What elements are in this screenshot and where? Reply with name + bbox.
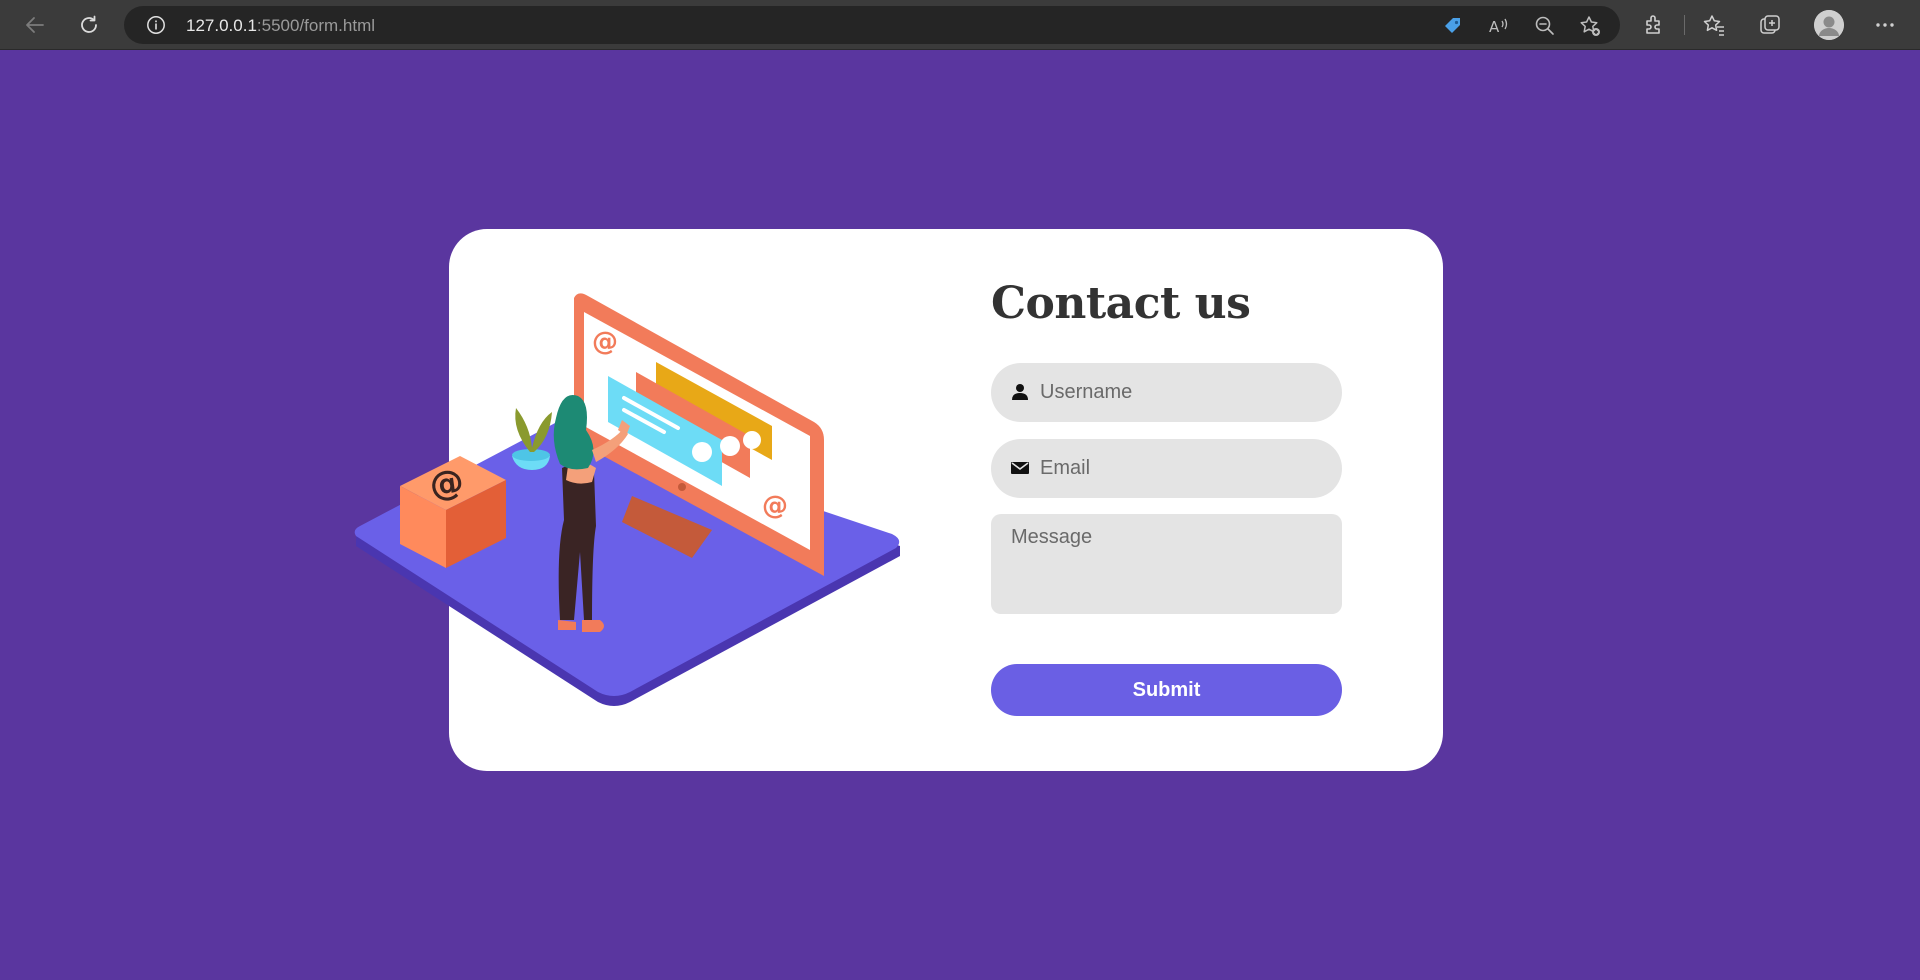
site-info-icon[interactable] xyxy=(146,15,166,35)
message-textarea[interactable] xyxy=(991,514,1342,614)
contact-illustration: @ @ @ xyxy=(354,293,900,706)
url-host: 127.0.0.1 xyxy=(186,16,257,35)
back-icon xyxy=(26,17,44,33)
email-input[interactable] xyxy=(1040,439,1330,498)
svg-text:@: @ xyxy=(762,491,788,521)
browser-toolbar: 127.0.0.1:5500/form.html A xyxy=(0,0,1920,50)
toolbar-divider xyxy=(1684,15,1685,35)
read-aloud-icon[interactable]: A xyxy=(1488,15,1510,37)
more-icon[interactable] xyxy=(1872,12,1898,38)
mail-icon xyxy=(1011,462,1029,474)
svg-text:A: A xyxy=(1489,18,1500,36)
extensions-icon[interactable] xyxy=(1641,12,1667,38)
email-field[interactable] xyxy=(991,439,1342,498)
zoom-out-icon[interactable] xyxy=(1534,15,1556,37)
svg-text:@: @ xyxy=(592,327,618,357)
username-field[interactable] xyxy=(991,363,1342,422)
form-title: Contact us xyxy=(991,278,1251,329)
reload-icon xyxy=(81,15,97,33)
url-path: :5500/form.html xyxy=(256,16,376,35)
svg-text:@: @ xyxy=(427,462,466,506)
reload-button[interactable] xyxy=(72,8,106,42)
address-bar[interactable]: 127.0.0.1:5500/form.html A xyxy=(124,6,1620,44)
user-icon xyxy=(1012,384,1028,400)
add-favorite-icon[interactable] xyxy=(1579,15,1601,37)
url-text[interactable]: 127.0.0.1:5500/form.html xyxy=(186,16,375,36)
favorites-icon[interactable] xyxy=(1701,12,1727,38)
submit-button[interactable]: Submit xyxy=(991,664,1342,716)
back-button[interactable] xyxy=(18,8,52,42)
collections-icon[interactable] xyxy=(1757,12,1783,38)
profile-avatar[interactable] xyxy=(1814,10,1844,40)
shopping-tag-icon[interactable] xyxy=(1442,15,1464,37)
username-input[interactable] xyxy=(1040,363,1330,422)
